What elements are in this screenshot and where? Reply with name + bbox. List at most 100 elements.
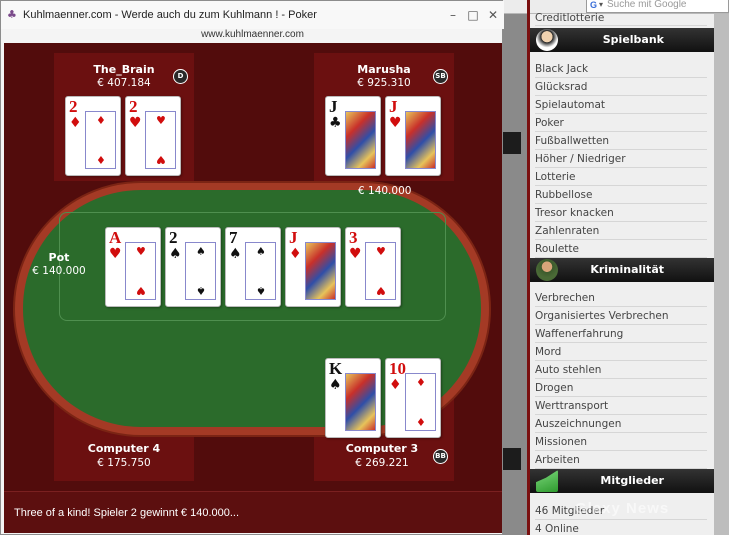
card-rank: 7 — [229, 228, 238, 247]
menu-header-kriminalitaet: Kriminalität — [530, 258, 714, 282]
card-face-art: ♥ ♥ — [125, 242, 156, 300]
close-button[interactable]: ✕ — [485, 7, 501, 23]
card-rank: J — [389, 97, 398, 116]
small-blind-marker-icon: SB — [433, 69, 448, 84]
page-right-edge — [714, 14, 729, 535]
menu-item[interactable]: Creditlotterie — [535, 12, 707, 26]
dealer-icon — [536, 29, 558, 51]
community-card: J ♦ — [285, 227, 341, 307]
google-icon: G — [590, 0, 598, 10]
hole-card: J ♥ — [385, 96, 441, 176]
player-chips: € 175.750 — [97, 457, 151, 469]
card-face-art: ♥ ♥ — [145, 111, 176, 169]
page-tab-marker — [503, 448, 521, 470]
menu-item-zahlenraten[interactable]: Zahlenraten — [535, 222, 707, 240]
menu-item-waffenerfahrung[interactable]: Waffenerfahrung — [535, 325, 707, 343]
card-suit-icon: ♠ — [169, 246, 182, 262]
card-pip-icon: ♦ — [416, 415, 426, 428]
card-face-art — [305, 242, 336, 300]
card-pip-icon: ♦ — [96, 114, 106, 127]
card-suit-icon: ♦ — [289, 246, 302, 262]
search-placeholder: Suche mit Google — [607, 0, 687, 10]
card-pip-icon: ♠ — [196, 245, 206, 258]
card-rank: 2 — [69, 97, 78, 116]
card-suit-icon: ♦ — [69, 115, 82, 131]
chevron-down-icon[interactable]: ▾ — [599, 0, 603, 10]
card-pip-icon: ♠ — [196, 284, 206, 297]
card-pip-icon: ♥ — [156, 153, 166, 166]
hole-card: 2 ♥ ♥ ♥ — [125, 96, 181, 176]
card-pip-icon: ♠ — [256, 245, 266, 258]
watermark: Glaxy News — [575, 500, 670, 517]
card-pip-icon: ♠ — [256, 284, 266, 297]
card-pip-icon: ♥ — [376, 245, 386, 258]
card-suit-icon: ♠ — [229, 246, 242, 262]
menu-item-hoeher-niedriger[interactable]: Höher / Niedriger — [535, 150, 707, 168]
card-face-art: ♦ ♦ — [85, 111, 116, 169]
menu-item-poker[interactable]: Poker — [535, 114, 707, 132]
player-bet: € 140.000 — [358, 185, 412, 197]
menu-item-online-count[interactable]: 4 Online — [535, 520, 707, 535]
menu-item-black-jack[interactable]: Black Jack — [535, 60, 707, 78]
card-rank: 10 — [389, 359, 406, 378]
player-chips: € 269.221 — [355, 457, 409, 469]
menu-item-auto-stehlen[interactable]: Auto stehlen — [535, 361, 707, 379]
menu-item-verbrechen[interactable]: Verbrechen — [535, 289, 707, 307]
members-chart-icon — [536, 470, 558, 492]
pot-label: Pot — [48, 251, 70, 264]
pot-value: € 140.000 — [32, 265, 86, 277]
status-message: Three of a kind! Spieler 2 gewinnt € 140… — [14, 507, 240, 519]
card-suit-icon: ♦ — [389, 377, 402, 393]
card-suit-icon: ♥ — [109, 246, 122, 262]
poker-table-area: The_Brain € 407.184 D Marusha € 925.310 … — [4, 43, 502, 491]
menu-item-roulette[interactable]: Roulette — [535, 240, 707, 258]
card-face-art: ♥ ♥ — [365, 242, 396, 300]
hole-card: J ♣ — [325, 96, 381, 176]
window-titlebar[interactable]: ♣ Kuhlmaenner.com - Werde auch du zum Ku… — [1, 1, 504, 29]
card-rank: J — [289, 228, 298, 247]
card-suit-icon: ♥ — [129, 115, 142, 131]
community-card: 7 ♠ ♠ ♠ — [225, 227, 281, 307]
menu-header-spielbank: Spielbank — [530, 28, 714, 52]
community-card: 3 ♥ ♥ ♥ — [345, 227, 401, 307]
card-face-art: ♠ ♠ — [245, 242, 276, 300]
menu-item-mord[interactable]: Mord — [535, 343, 707, 361]
card-pip-icon: ♦ — [96, 153, 106, 166]
card-face-art — [405, 111, 436, 169]
poker-app-icon: ♣ — [7, 8, 17, 21]
menu-header-mitglieder: Mitglieder — [530, 469, 714, 493]
card-pip-icon: ♥ — [376, 284, 386, 297]
hole-card: K ♠ — [325, 358, 381, 438]
dealer-button-icon: D — [173, 69, 188, 84]
window-url: www.kuhlmaenner.com — [201, 29, 304, 40]
menu-item-rubbellose[interactable]: Rubbellose — [535, 186, 707, 204]
menu-item-tresor-knacken[interactable]: Tresor knacken — [535, 204, 707, 222]
menu-item-auszeichnungen[interactable]: Auszeichnungen — [535, 415, 707, 433]
card-suit-icon: ♠ — [329, 377, 342, 393]
page-tab-marker — [503, 132, 521, 154]
card-pip-icon: ♥ — [136, 245, 146, 258]
card-rank: 2 — [169, 228, 178, 247]
menu-item-spielautomat[interactable]: Spielautomat — [535, 96, 707, 114]
card-face-art: ♠ ♠ — [185, 242, 216, 300]
menu-item-arbeiten[interactable]: Arbeiten — [535, 451, 707, 469]
community-card: A ♥ ♥ ♥ — [105, 227, 161, 307]
menu-item-werttransport[interactable]: Werttransport — [535, 397, 707, 415]
card-face-art — [345, 111, 376, 169]
hole-card: 2 ♦ ♦ ♦ — [65, 96, 121, 176]
minimize-button[interactable]: – — [445, 7, 461, 23]
maximize-button[interactable]: □ — [465, 7, 481, 23]
window-title: Kuhlmaenner.com - Werde auch du zum Kuhl… — [23, 9, 317, 21]
card-suit-icon: ♥ — [389, 115, 402, 131]
card-rank: J — [329, 97, 338, 116]
menu-item-gluecksrad[interactable]: Glücksrad — [535, 78, 707, 96]
menu-item-lotterie[interactable]: Lotterie — [535, 168, 707, 186]
menu-item-drogen[interactable]: Drogen — [535, 379, 707, 397]
card-suit-icon: ♣ — [329, 115, 342, 131]
community-card: 2 ♠ ♠ ♠ — [165, 227, 221, 307]
big-blind-marker-icon: BB — [433, 449, 448, 464]
menu-item-fussballwetten[interactable]: Fußballwetten — [535, 132, 707, 150]
menu-item-organisiertes-verbrechen[interactable]: Organisiertes Verbrechen — [535, 307, 707, 325]
card-face-art — [345, 373, 376, 431]
menu-item-missionen[interactable]: Missionen — [535, 433, 707, 451]
